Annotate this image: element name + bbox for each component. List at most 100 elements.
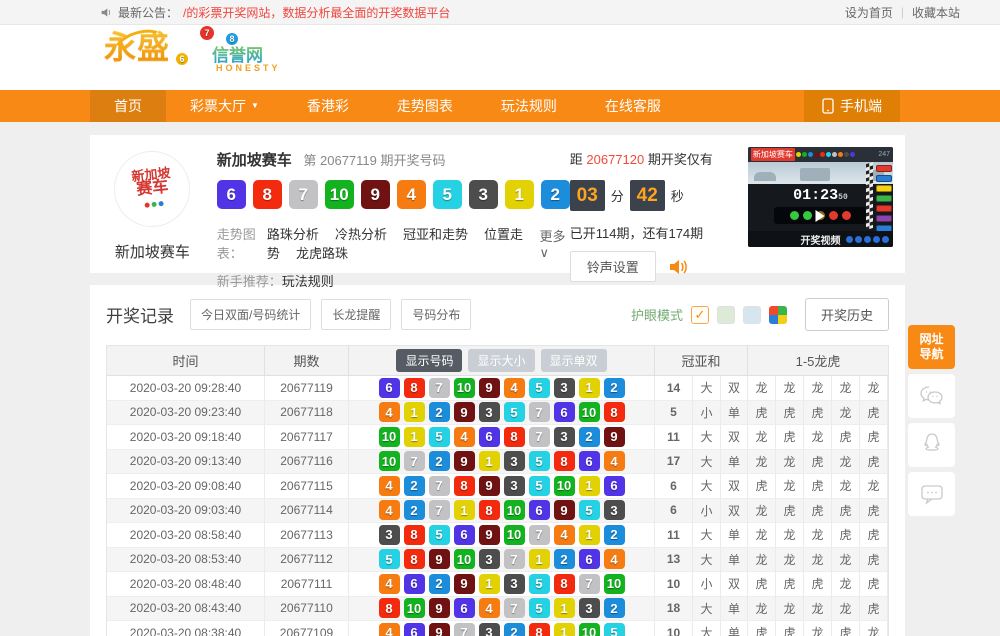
qq-tile[interactable] [908, 423, 955, 467]
nav-item-lottery-hall[interactable]: 彩票大厅▼ [166, 90, 283, 122]
issue-cell: 20677113 [265, 523, 349, 548]
dragon-tiger-cell: 虎 [776, 572, 804, 597]
dragon-tiger-cell: 龙 [776, 376, 804, 401]
number-ball: 5 [504, 402, 525, 422]
number-ball: 9 [361, 180, 390, 209]
race-car [876, 165, 892, 172]
eye-mode-checkbox[interactable]: ✓ [691, 306, 709, 324]
trend-link[interactable]: 路珠分析 [267, 227, 319, 242]
number-ball: 4 [397, 180, 426, 209]
trend-link[interactable]: 冠亚和走势 [403, 227, 468, 242]
number-ball: 1 [579, 525, 600, 545]
number-ball: 10 [554, 476, 575, 496]
number-ball: 10 [604, 574, 625, 594]
draw-history-button[interactable]: 开奖历史 [805, 298, 889, 331]
display-tab[interactable]: 显示单双 [541, 349, 607, 372]
nav-item-play-rules[interactable]: 玩法规则 [477, 90, 581, 122]
number-ball: 2 [429, 451, 450, 471]
site-logo[interactable]: 永盛 信誉网 HONESTY 7 8 6 [104, 27, 304, 89]
nav-item-trend-charts[interactable]: 走势图表 [373, 90, 477, 122]
number-ball: 10 [454, 378, 475, 398]
number-ball: 9 [554, 500, 575, 520]
table-row: 2020-03-20 08:58:40206771133856910741211… [107, 523, 888, 548]
number-ball: 9 [479, 525, 500, 545]
favorite-link[interactable]: 收藏本站 [912, 4, 960, 21]
eye-swatch[interactable] [717, 306, 735, 324]
numbers-cell: 41293576108 [349, 401, 655, 426]
nav-item-online-service[interactable]: 在线客服 [581, 90, 685, 122]
nav-item-label: 在线客服 [605, 90, 661, 122]
more-dropdown[interactable]: 更多 ∨ [540, 226, 570, 261]
play-rules-link[interactable]: 玩法规则 [282, 271, 334, 290]
number-ball: 5 [529, 476, 550, 496]
main-nav: 首页彩票大厅▼香港彩走势图表玩法规则在线客服 手机端 [0, 90, 1000, 122]
nav-item-home[interactable]: 首页 [90, 90, 166, 122]
mobile-version-button[interactable]: 手机端 [804, 90, 900, 122]
number-ball: 1 [579, 476, 600, 496]
video-ball-dots [796, 152, 855, 157]
dragon-tiger-cell: 虎 [860, 523, 888, 548]
dragon-tiger-cell: 虎 [776, 425, 804, 450]
trend-link[interactable]: 冷热分析 [335, 227, 387, 242]
wechat-tile[interactable] [908, 374, 955, 418]
traffic-light [842, 211, 851, 220]
dragon-tiger-cell: 龙 [832, 548, 860, 573]
number-ball: 8 [454, 476, 475, 496]
display-tab[interactable]: 显示大小 [468, 349, 534, 372]
message-tile[interactable] [908, 472, 955, 516]
dragon-tiger-cell: 虎 [748, 401, 776, 426]
nav-item-label: 首页 [114, 90, 142, 122]
nav-item-hongkong[interactable]: 香港彩 [283, 90, 373, 122]
number-ball: 3 [554, 427, 575, 447]
sum-cell: 11 [655, 523, 693, 548]
parity-cell: 单 [721, 523, 748, 548]
trend-link[interactable]: 龙虎路珠 [296, 246, 348, 261]
dragon-tiger-cell: 虎 [748, 474, 776, 499]
draw-numbers: 68710945312 [217, 180, 570, 209]
sum-cell: 6 [655, 499, 693, 524]
eye-swatch[interactable] [743, 306, 761, 324]
video-ball-dot [814, 152, 819, 157]
number-ball: 8 [404, 378, 425, 398]
dragon-tiger-cell: 龙 [776, 474, 804, 499]
swatch-quadrant [778, 306, 787, 315]
number-ball: 3 [379, 525, 400, 545]
dragon-tiger-cell: 龙 [860, 621, 888, 636]
announcement: 最新公告：/的彩票开奖网站，数据分析最全面的开奖数据平台 [100, 4, 450, 21]
number-ball: 10 [404, 598, 425, 618]
parity-cell: 单 [721, 401, 748, 426]
table-row: 2020-03-20 08:38:40206771094697328110510… [107, 621, 888, 636]
sound-on-icon[interactable] [668, 258, 688, 276]
records-filter-button[interactable]: 长龙提醒 [321, 299, 391, 330]
number-ball: 7 [504, 598, 525, 618]
number-ball: 2 [604, 598, 625, 618]
trend-label: 走势图表： [217, 224, 267, 262]
eye-swatch-multi[interactable] [769, 306, 787, 324]
display-tab[interactable]: 显示号码 [396, 349, 462, 372]
sum-cell: 18 [655, 597, 693, 622]
race-car [876, 215, 892, 222]
traffic-light [803, 211, 812, 220]
number-ball: 1 [479, 451, 500, 471]
set-home-link[interactable]: 设为首页 [845, 4, 893, 21]
numbers-cell: 58910371264 [349, 548, 655, 573]
site-nav-tile[interactable]: 网址导航 [908, 325, 955, 369]
draw-video-panel[interactable]: 新加坡赛车 247 01:2350 开奖视频 [748, 147, 893, 247]
dragon-tiger-cell: 虎 [748, 621, 776, 636]
records-filter-button[interactable]: 号码分布 [401, 299, 471, 330]
number-ball: 9 [454, 574, 475, 594]
issue-cell: 20677109 [265, 621, 349, 636]
issue-header: 期数 [265, 346, 349, 376]
play-icon[interactable] [816, 210, 825, 222]
size-cell: 大 [693, 474, 721, 499]
race-cars [872, 165, 892, 232]
records-filter-button[interactable]: 今日双面/号码统计 [190, 299, 311, 330]
newbie-label: 新手推荐： [217, 271, 282, 290]
numbers-cell: 68710945312 [349, 376, 655, 401]
number-ball: 1 [554, 598, 575, 618]
number-ball: 1 [505, 180, 534, 209]
number-ball: 10 [579, 623, 600, 636]
bell-settings-button[interactable]: 铃声设置 [570, 251, 656, 282]
phone-icon [822, 98, 834, 114]
size-cell: 小 [693, 499, 721, 524]
